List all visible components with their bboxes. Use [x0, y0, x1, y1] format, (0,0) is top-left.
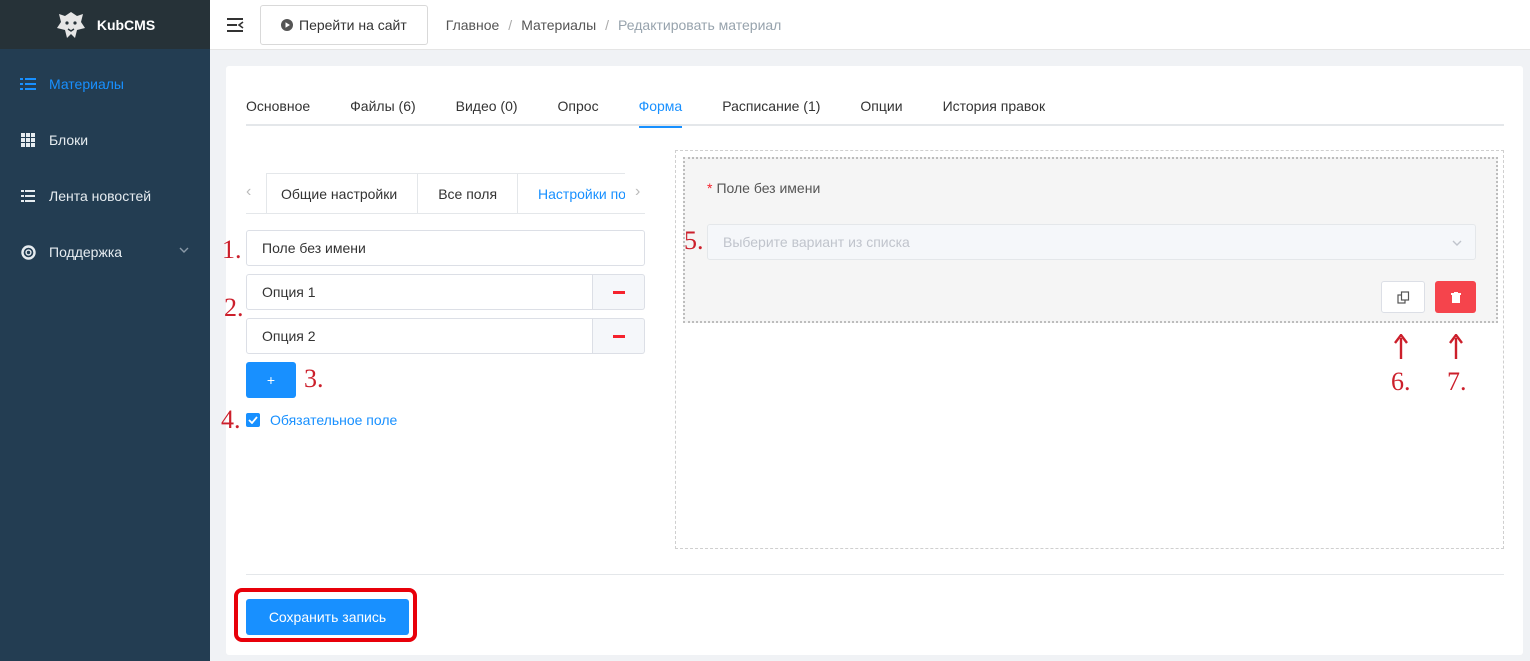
tab-poll[interactable]: Опрос	[558, 96, 599, 126]
annotation-3: 3.	[304, 364, 324, 393]
chevron-down-icon	[179, 247, 189, 253]
header: Перейти на сайт Главное / Материалы / Ре…	[210, 0, 1530, 50]
breadcrumb-materials[interactable]: Материалы	[521, 17, 596, 33]
sidebar-nav: Материалы Блоки Лента новостей Поддержка	[0, 56, 210, 280]
breadcrumb-separator: /	[605, 16, 610, 33]
tab-schedule[interactable]: Расписание (1)	[722, 96, 820, 126]
grid-icon	[20, 132, 36, 148]
preview-label-text: Поле без имени	[716, 180, 821, 196]
add-option-button[interactable]: +	[246, 362, 296, 398]
checkmark-icon	[246, 413, 260, 427]
option-1-input[interactable]: Опция 1	[246, 274, 593, 310]
subtab-field-settings[interactable]: Настройки по	[517, 174, 625, 214]
annotation-6: 6.	[1391, 367, 1411, 396]
edit-material-card: Основное Файлы (6) Видео (0) Опрос Форма…	[226, 66, 1523, 655]
copy-field-button[interactable]	[1381, 281, 1425, 313]
annotation-2: 2.	[224, 293, 244, 322]
tab-files[interactable]: Файлы (6)	[350, 96, 415, 126]
tab-form[interactable]: Форма	[638, 96, 682, 128]
chevron-down-icon	[1452, 240, 1462, 246]
sidebar-item-label: Блоки	[49, 132, 89, 148]
lifebuoy-icon	[20, 244, 36, 260]
form-subtabs: ‹ Общие настройки Все поля Настройки по …	[246, 173, 645, 214]
subtab-general-settings[interactable]: Общие настройки	[266, 174, 417, 214]
annotation-5: 5.	[684, 226, 704, 255]
annotation-1: 1.	[222, 235, 242, 264]
breadcrumb: Главное / Материалы / Редактировать мате…	[446, 17, 782, 33]
copy-icon	[1396, 290, 1409, 304]
breadcrumb-home[interactable]: Главное	[446, 17, 500, 33]
tab-main[interactable]: Основное	[246, 96, 310, 126]
sidebar-item-materials[interactable]: Материалы	[0, 56, 210, 112]
play-circle-icon	[281, 18, 293, 31]
save-record-button[interactable]: Сохранить запись	[246, 599, 409, 635]
brand[interactable]: KubCMS	[0, 0, 210, 49]
remove-option-2-button[interactable]	[593, 318, 645, 354]
tab-history[interactable]: История правок	[943, 96, 1046, 126]
sidebar-item-news-feed[interactable]: Лента новостей	[0, 168, 210, 224]
annotation-7: 7.	[1447, 367, 1467, 396]
sidebar: KubCMS Материалы Блоки Лента новостей По…	[0, 0, 210, 661]
tab-video[interactable]: Видео (0)	[456, 96, 518, 126]
select-placeholder: Выберите вариант из списка	[723, 234, 910, 250]
breadcrumb-separator: /	[508, 16, 513, 33]
minus-icon	[612, 334, 625, 338]
go-to-site-label: Перейти на сайт	[299, 16, 407, 33]
tab-options[interactable]: Опции	[860, 96, 902, 126]
breadcrumb-current: Редактировать материал	[618, 16, 782, 33]
menu-toggle-icon[interactable]	[227, 17, 245, 33]
required-mark: *	[707, 180, 713, 196]
delete-field-button[interactable]	[1435, 281, 1476, 313]
chevron-right-icon[interactable]: ›	[635, 184, 649, 200]
chevron-left-icon[interactable]: ‹	[246, 184, 260, 200]
form-preview: * Поле без имени Выберите вариант из спис…	[675, 150, 1504, 549]
preview-field[interactable]: * Поле без имени Выберите вариант из спис…	[683, 157, 1498, 323]
subtab-all-fields[interactable]: Все поля	[417, 174, 517, 214]
lion-logo-icon	[56, 11, 85, 38]
preview-field-label: * Поле без имени	[707, 180, 820, 196]
preview-select[interactable]: Выберите вариант из списка	[707, 224, 1476, 260]
field-name-input[interactable]: Поле без имени	[246, 230, 645, 266]
sidebar-item-label: Лента новостей	[49, 188, 152, 204]
sidebar-item-blocks[interactable]: Блоки	[0, 112, 210, 168]
trash-icon	[1450, 291, 1461, 303]
sidebar-item-support[interactable]: Поддержка	[0, 224, 210, 280]
arrow-up-icon	[1394, 334, 1408, 359]
option-2-input[interactable]: Опция 2	[246, 318, 593, 354]
subtab-strip: Общие настройки Все поля Настройки по	[266, 173, 625, 214]
sidebar-item-label: Поддержка	[49, 244, 123, 260]
divider	[246, 574, 1504, 575]
remove-option-1-button[interactable]	[593, 274, 645, 310]
required-field-label: Обязательное поле	[270, 412, 398, 428]
list-icon	[20, 76, 36, 92]
brand-name: KubCMS	[96, 16, 156, 33]
required-field-checkbox[interactable]: Обязательное поле	[246, 412, 397, 428]
minus-icon	[612, 290, 625, 294]
sidebar-item-label: Материалы	[49, 76, 124, 92]
main-tabs: Основное Файлы (6) Видео (0) Опрос Форма…	[246, 96, 1504, 128]
arrow-up-icon	[1449, 334, 1463, 359]
annotation-4: 4.	[221, 405, 241, 434]
feed-icon	[20, 188, 36, 204]
go-to-site-button[interactable]: Перейти на сайт	[260, 4, 428, 45]
